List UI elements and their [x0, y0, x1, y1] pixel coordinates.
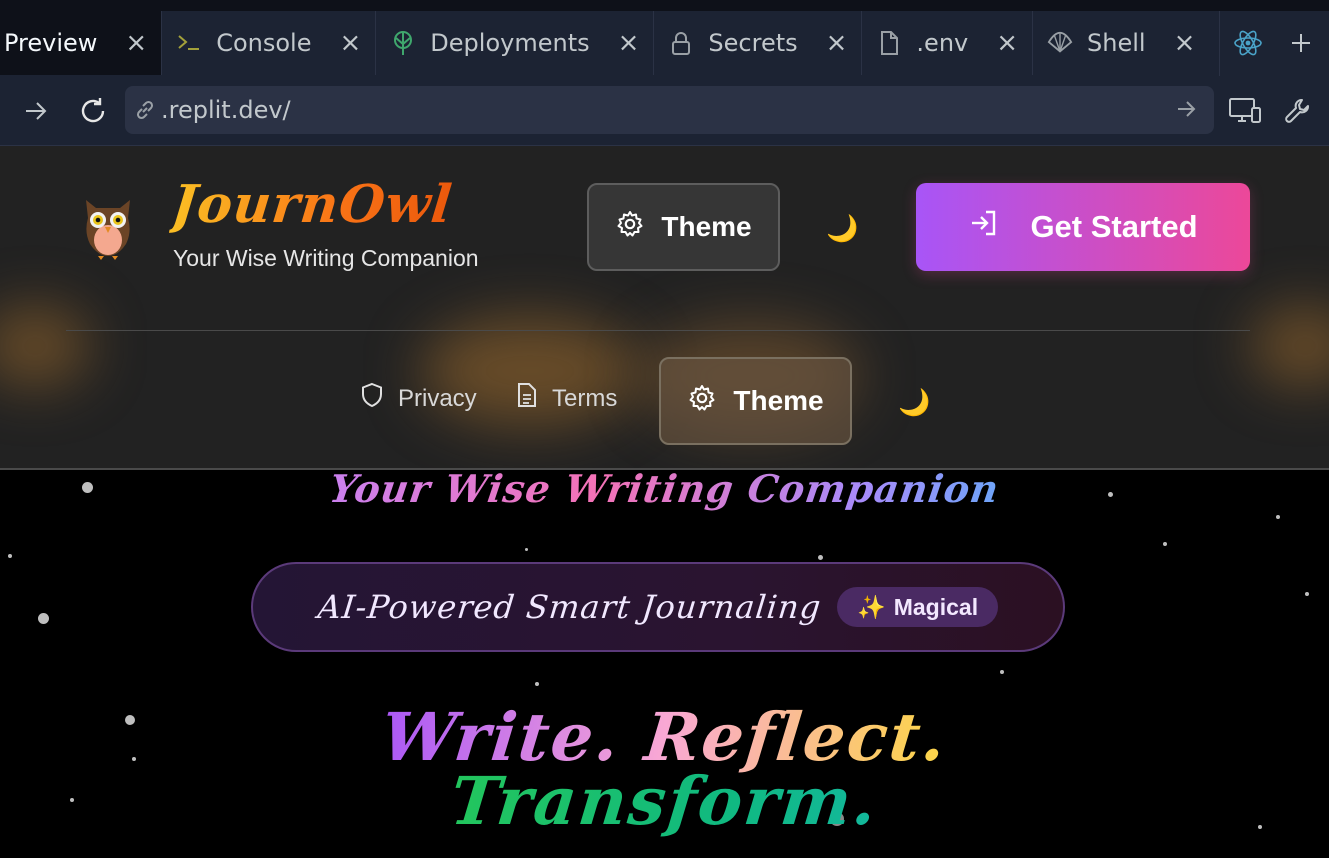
star-decor [535, 682, 539, 686]
tab-label: Preview [4, 29, 98, 57]
tab-label: Console [216, 29, 312, 57]
close-icon[interactable]: × [340, 30, 362, 56]
shell-icon [1047, 30, 1073, 56]
brand-tagline: Your Wise Writing Companion [173, 245, 479, 271]
theme-button-label: Theme [661, 211, 752, 242]
tab-label: .env [916, 29, 969, 57]
react-icon[interactable] [1220, 11, 1276, 75]
star-decor [1163, 542, 1167, 546]
sparkles-icon: ✨ [857, 593, 886, 620]
star-decor [1305, 592, 1309, 596]
document-icon [516, 382, 538, 415]
tab-secrets[interactable]: Secrets × [654, 11, 863, 75]
moon-icon[interactable]: 🌙 [898, 388, 930, 418]
badge-label: Magical [893, 593, 979, 620]
devices-icon[interactable] [1226, 92, 1264, 130]
deployments-icon [390, 30, 416, 56]
headline-line-2: Transform. [0, 762, 1329, 840]
file-icon [876, 30, 902, 56]
header-divider [66, 330, 1250, 331]
link-icon [133, 97, 159, 123]
pill-text: AI-Powered Smart Journaling [315, 588, 824, 626]
screen: Preview × Console × Deployments × Secret… [0, 0, 1329, 858]
console-icon [176, 30, 202, 56]
gear-icon [687, 383, 717, 420]
new-tab-button[interactable] [1276, 11, 1326, 75]
theme-button[interactable]: Theme [587, 183, 780, 271]
close-icon[interactable]: × [996, 30, 1018, 56]
theme-button-label: Theme [733, 385, 824, 416]
tab-deployments[interactable]: Deployments × [376, 11, 655, 75]
address-bar: .replit.dev/ [0, 76, 1329, 146]
brand-name[interactable]: JournOwl [169, 174, 456, 235]
magical-badge: ✨ Magical [837, 587, 999, 627]
tab-preview[interactable]: Preview × [0, 11, 163, 75]
go-arrow-icon[interactable] [1174, 97, 1200, 123]
terms-link[interactable]: Terms [516, 382, 617, 415]
tab-env[interactable]: .env × [862, 11, 1034, 75]
tab-label: Shell [1087, 29, 1146, 57]
close-icon[interactable]: × [125, 30, 147, 56]
close-icon[interactable]: × [826, 30, 848, 56]
gear-icon [615, 209, 645, 246]
app-header: JournOwl Your Wise Writing Companion The… [0, 146, 1329, 470]
login-icon [968, 207, 1000, 247]
tab-bar: Preview × Console × Deployments × Secret… [0, 0, 1329, 76]
star-decor [1276, 515, 1280, 519]
star-decor [525, 548, 528, 551]
url-text: .replit.dev/ [161, 96, 291, 124]
terms-label: Terms [552, 384, 618, 412]
hero-subtitle: Your Wise Writing Companion [0, 470, 1329, 511]
tab-console[interactable]: Console × [162, 11, 377, 75]
theme-button-secondary[interactable]: Theme [659, 357, 852, 445]
privacy-label: Privacy [398, 384, 477, 412]
privacy-link[interactable]: Privacy [360, 382, 477, 415]
reload-button[interactable] [75, 93, 111, 129]
close-icon[interactable]: × [618, 30, 640, 56]
forward-button[interactable] [18, 93, 54, 129]
shield-icon [360, 382, 384, 415]
close-icon[interactable]: × [1174, 30, 1196, 56]
star-decor [38, 613, 49, 624]
owl-logo-icon [78, 192, 138, 262]
feature-pill: AI-Powered Smart Journaling ✨ Magical [251, 562, 1065, 652]
get-started-label: Get Started [1030, 209, 1198, 244]
tab-label: Deployments [430, 29, 590, 57]
decor-glow [1250, 306, 1329, 386]
star-decor [1000, 670, 1004, 674]
decor-glow [0, 306, 90, 386]
moon-icon[interactable]: 🌙 [826, 214, 858, 244]
url-field[interactable]: .replit.dev/ [125, 86, 1214, 134]
hero-section: Your Wise Writing Companion AI-Powered S… [0, 470, 1329, 858]
tab-label: Secrets [708, 29, 798, 57]
get-started-button[interactable]: Get Started [916, 183, 1250, 271]
star-decor [8, 554, 12, 558]
wrench-icon[interactable] [1279, 92, 1317, 130]
tab-shell[interactable]: Shell × [1033, 11, 1195, 75]
lock-icon [668, 30, 694, 56]
star-decor [818, 555, 823, 560]
